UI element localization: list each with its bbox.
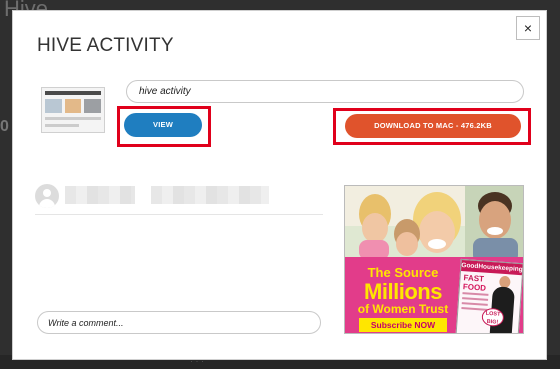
ad-subscribe-button[interactable]: Subscribe NOW [359,318,447,332]
divider [35,214,323,215]
background-side-glyph: 0 [0,118,9,135]
blurred-details [151,186,269,204]
comment-input[interactable] [37,311,321,334]
close-button[interactable]: × [516,16,540,40]
activity-name-input[interactable] [126,80,524,103]
ad-magazine-cover: GoodHousekeeping FAST FOOD LOST BIG! [455,258,523,333]
modal-title: HIVE ACTIVITY [37,35,174,56]
advertisement-banner[interactable]: The Source Millions of Women Trust Subsc… [344,185,524,334]
blurred-username [65,186,135,204]
user-avatar-icon [35,184,59,208]
magazine-food: FOOD [462,282,487,293]
view-button[interactable]: VIEW [124,113,202,137]
badge-top-text: LOST [485,310,501,318]
ad-line-source: The Source [367,265,439,280]
activity-modal: × HIVE ACTIVITY VIEW DOWNLOAD TO MAC - 4… [12,10,547,360]
badge-bottom-text: BIG! [486,318,499,326]
ad-line-women: of Women Trust [357,302,449,316]
download-mac-button[interactable]: DOWNLOAD TO MAC - 476.2KB [345,114,521,138]
close-icon: × [523,20,533,36]
activity-thumbnail [41,87,105,133]
